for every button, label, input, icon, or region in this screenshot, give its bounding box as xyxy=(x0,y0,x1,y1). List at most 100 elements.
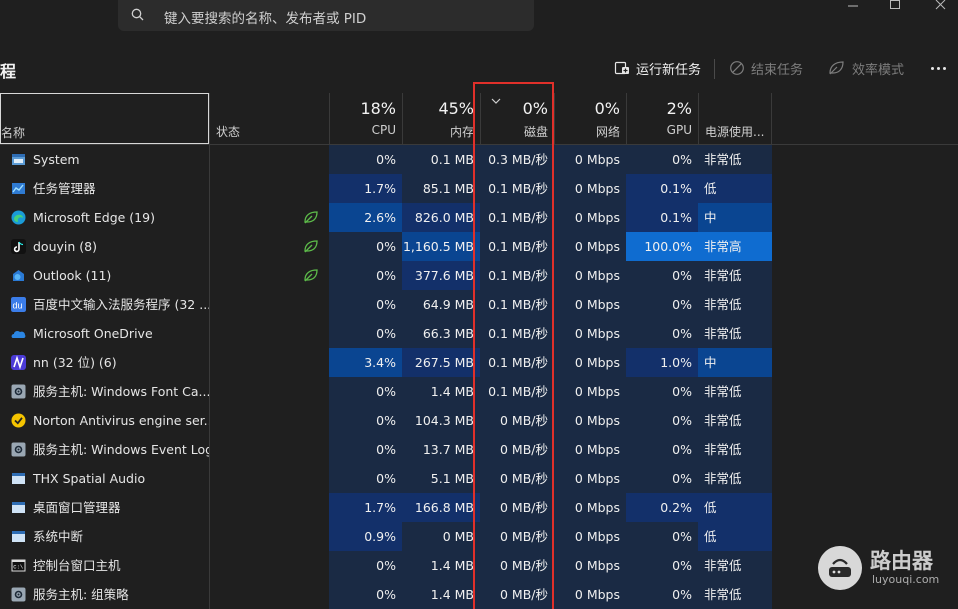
efficiency-leaf-icon xyxy=(304,240,318,253)
process-status xyxy=(209,290,328,319)
process-status xyxy=(209,464,328,493)
process-status xyxy=(209,493,328,522)
network-value: 0 Mbps xyxy=(554,145,626,174)
process-name: THX Spatial Audio xyxy=(33,471,146,486)
leaf-icon xyxy=(829,61,844,75)
column-gpu-label: GPU xyxy=(666,123,692,137)
gpu-value: 0% xyxy=(626,580,698,609)
process-name: 百度中文输入法服务程序 (32 ... xyxy=(33,297,209,312)
run-new-task-button[interactable]: 运行新任务 xyxy=(614,58,701,78)
cpu-value: 0.9% xyxy=(329,522,402,551)
cpu-value: 0% xyxy=(329,377,402,406)
memory-value: 166.8 MB xyxy=(402,493,480,522)
column-status-label: 状态 xyxy=(216,125,241,139)
gpu-value: 1.0% xyxy=(626,348,698,377)
search-box[interactable]: 键入要搜索的名称、发布者或 PID xyxy=(118,0,534,31)
power-usage-value: 非常高 xyxy=(698,232,772,261)
column-header-name[interactable]: 名称 xyxy=(0,93,209,144)
process-row[interactable]: 系统中断 0.9% 0 MB 0 MB/秒 0 Mbps 0% 低 xyxy=(0,522,772,551)
memory-value: 826.0 MB xyxy=(402,203,480,232)
column-header-memory[interactable]: 45% 内存 xyxy=(402,93,480,144)
process-name: nn (32 位) (6) xyxy=(33,355,117,370)
power-usage-value: 非常低 xyxy=(698,580,772,609)
gpu-value: 0.2% xyxy=(626,493,698,522)
process-status xyxy=(209,406,328,435)
network-value: 0 Mbps xyxy=(554,435,626,464)
network-value: 0 Mbps xyxy=(554,290,626,319)
process-row[interactable]: 任务管理器 1.7% 85.1 MB 0.1 MB/秒 0 Mbps 0.1% 低 xyxy=(0,174,772,203)
memory-value: 1.4 MB xyxy=(402,377,480,406)
process-status xyxy=(209,174,328,203)
gpu-value: 0.1% xyxy=(626,174,698,203)
column-header-status[interactable]: 状态 xyxy=(209,93,329,144)
process-row[interactable]: Microsoft OneDrive 0% 66.3 MB 0.1 MB/秒 0 Mbp… xyxy=(0,319,772,348)
gpu-value: 0% xyxy=(626,522,698,551)
minimize-icon[interactable] xyxy=(840,0,866,14)
memory-value: 64.9 MB xyxy=(402,290,480,319)
power-usage-value: 非常低 xyxy=(698,319,772,348)
network-value: 0 Mbps xyxy=(554,319,626,348)
cpu-value: 2.6% xyxy=(329,203,402,232)
process-row[interactable]: du 百度中文输入法服务程序 (32 ... 0% 64.9 MB 0.1 MB/秒 0 … xyxy=(0,290,772,319)
process-row[interactable]: douyin (8) 0% 1,160.5 MB 0.1 MB/秒 0 Mbps 100.… xyxy=(0,232,772,261)
process-row[interactable]: Outlook (11) 0% 377.6 MB 0.1 MB/秒 0 Mbps 0% 非常… xyxy=(0,261,772,290)
column-cpu-label: CPU xyxy=(371,123,396,137)
memory-total-percent: 45% xyxy=(438,99,474,118)
network-value: 0 Mbps xyxy=(554,464,626,493)
memory-value: 66.3 MB xyxy=(402,319,480,348)
process-row[interactable]: C:\ 控制台窗口主机 0% 1.4 MB 0 MB/秒 0 Mbps 0% 非常低 xyxy=(0,551,772,580)
cpu-value: 0% xyxy=(329,464,402,493)
column-header-power[interactable]: 电源使用... xyxy=(698,93,772,144)
cpu-value: 0% xyxy=(329,435,402,464)
process-row[interactable]: System 0% 0.1 MB 0.3 MB/秒 0 Mbps 0% 非常低 xyxy=(0,145,772,174)
efficiency-mode-button[interactable]: 效率模式 xyxy=(828,58,904,78)
end-task-button[interactable]: 结束任务 xyxy=(729,58,803,78)
process-name: Norton Antivirus engine ser... xyxy=(33,413,209,428)
gpu-value: 0% xyxy=(626,377,698,406)
column-header-network[interactable]: 0% 网络 xyxy=(554,93,626,144)
maximize-icon[interactable] xyxy=(882,0,908,14)
column-name-label: 名称 xyxy=(1,126,26,140)
process-name: 桌面窗口管理器 xyxy=(33,500,121,515)
process-row[interactable]: 桌面窗口管理器 1.7% 166.8 MB 0 MB/秒 0 Mbps 0.2% 低 xyxy=(0,493,772,522)
process-status xyxy=(209,522,328,551)
process-row[interactable]: 服务主机: 组策略 0% 1.4 MB 0 MB/秒 0 Mbps 0% 非常低 xyxy=(0,580,772,609)
process-row[interactable]: nn (32 位) (6) 3.4% 267.5 MB 0.1 MB/秒 0 Mbps 1… xyxy=(0,348,772,377)
process-name: Microsoft Edge (19) xyxy=(33,210,155,225)
power-usage-value: 低 xyxy=(698,174,772,203)
column-header-gpu[interactable]: 2% GPU xyxy=(626,93,698,144)
process-row[interactable]: 服务主机: Windows Font Ca... 0% 1.4 MB 0.1 MB/秒… xyxy=(0,377,772,406)
memory-value: 104.3 MB xyxy=(402,406,480,435)
gpu-total-percent: 2% xyxy=(666,99,692,118)
network-value: 0 Mbps xyxy=(554,174,626,203)
efficiency-mode-label: 效率模式 xyxy=(852,62,905,78)
cpu-value: 0% xyxy=(329,580,402,609)
memory-value: 13.7 MB xyxy=(402,435,480,464)
power-usage-value: 非常低 xyxy=(698,406,772,435)
process-row[interactable]: Norton Antivirus engine ser... 0% 104.3 MB… xyxy=(0,406,772,435)
more-options-button[interactable] xyxy=(926,58,950,78)
watermark-name: 路由器 xyxy=(870,549,933,573)
toolbar-divider xyxy=(714,59,715,79)
network-value: 0 Mbps xyxy=(554,203,626,232)
process-status xyxy=(209,232,328,261)
cpu-value: 0% xyxy=(329,551,402,580)
gpu-value: 0.1% xyxy=(626,203,698,232)
process-status xyxy=(209,551,328,580)
search-input[interactable]: 键入要搜索的名称、发布者或 PID xyxy=(164,7,366,27)
process-row[interactable]: THX Spatial Audio 0% 5.1 MB 0 MB/秒 0 Mbps 0% 非… xyxy=(0,464,772,493)
close-icon[interactable] xyxy=(928,0,954,14)
search-icon xyxy=(131,8,144,21)
process-name: douyin (8) xyxy=(33,239,97,254)
cpu-value: 1.7% xyxy=(329,493,402,522)
column-header-cpu[interactable]: 18% CPU xyxy=(329,93,402,144)
memory-value: 0.1 MB xyxy=(402,145,480,174)
cpu-value: 0% xyxy=(329,290,402,319)
cpu-value: 0% xyxy=(329,145,402,174)
process-row[interactable]: Microsoft Edge (19) 2.6% 826.0 MB 0.1 MB/秒 0… xyxy=(0,203,772,232)
power-usage-value: 非常低 xyxy=(698,377,772,406)
process-status xyxy=(209,377,328,406)
process-row[interactable]: 服务主机: Windows Event Log 0% 13.7 MB 0 MB/秒 0 … xyxy=(0,435,772,464)
gpu-value: 0% xyxy=(626,290,698,319)
process-name: System xyxy=(33,152,80,167)
